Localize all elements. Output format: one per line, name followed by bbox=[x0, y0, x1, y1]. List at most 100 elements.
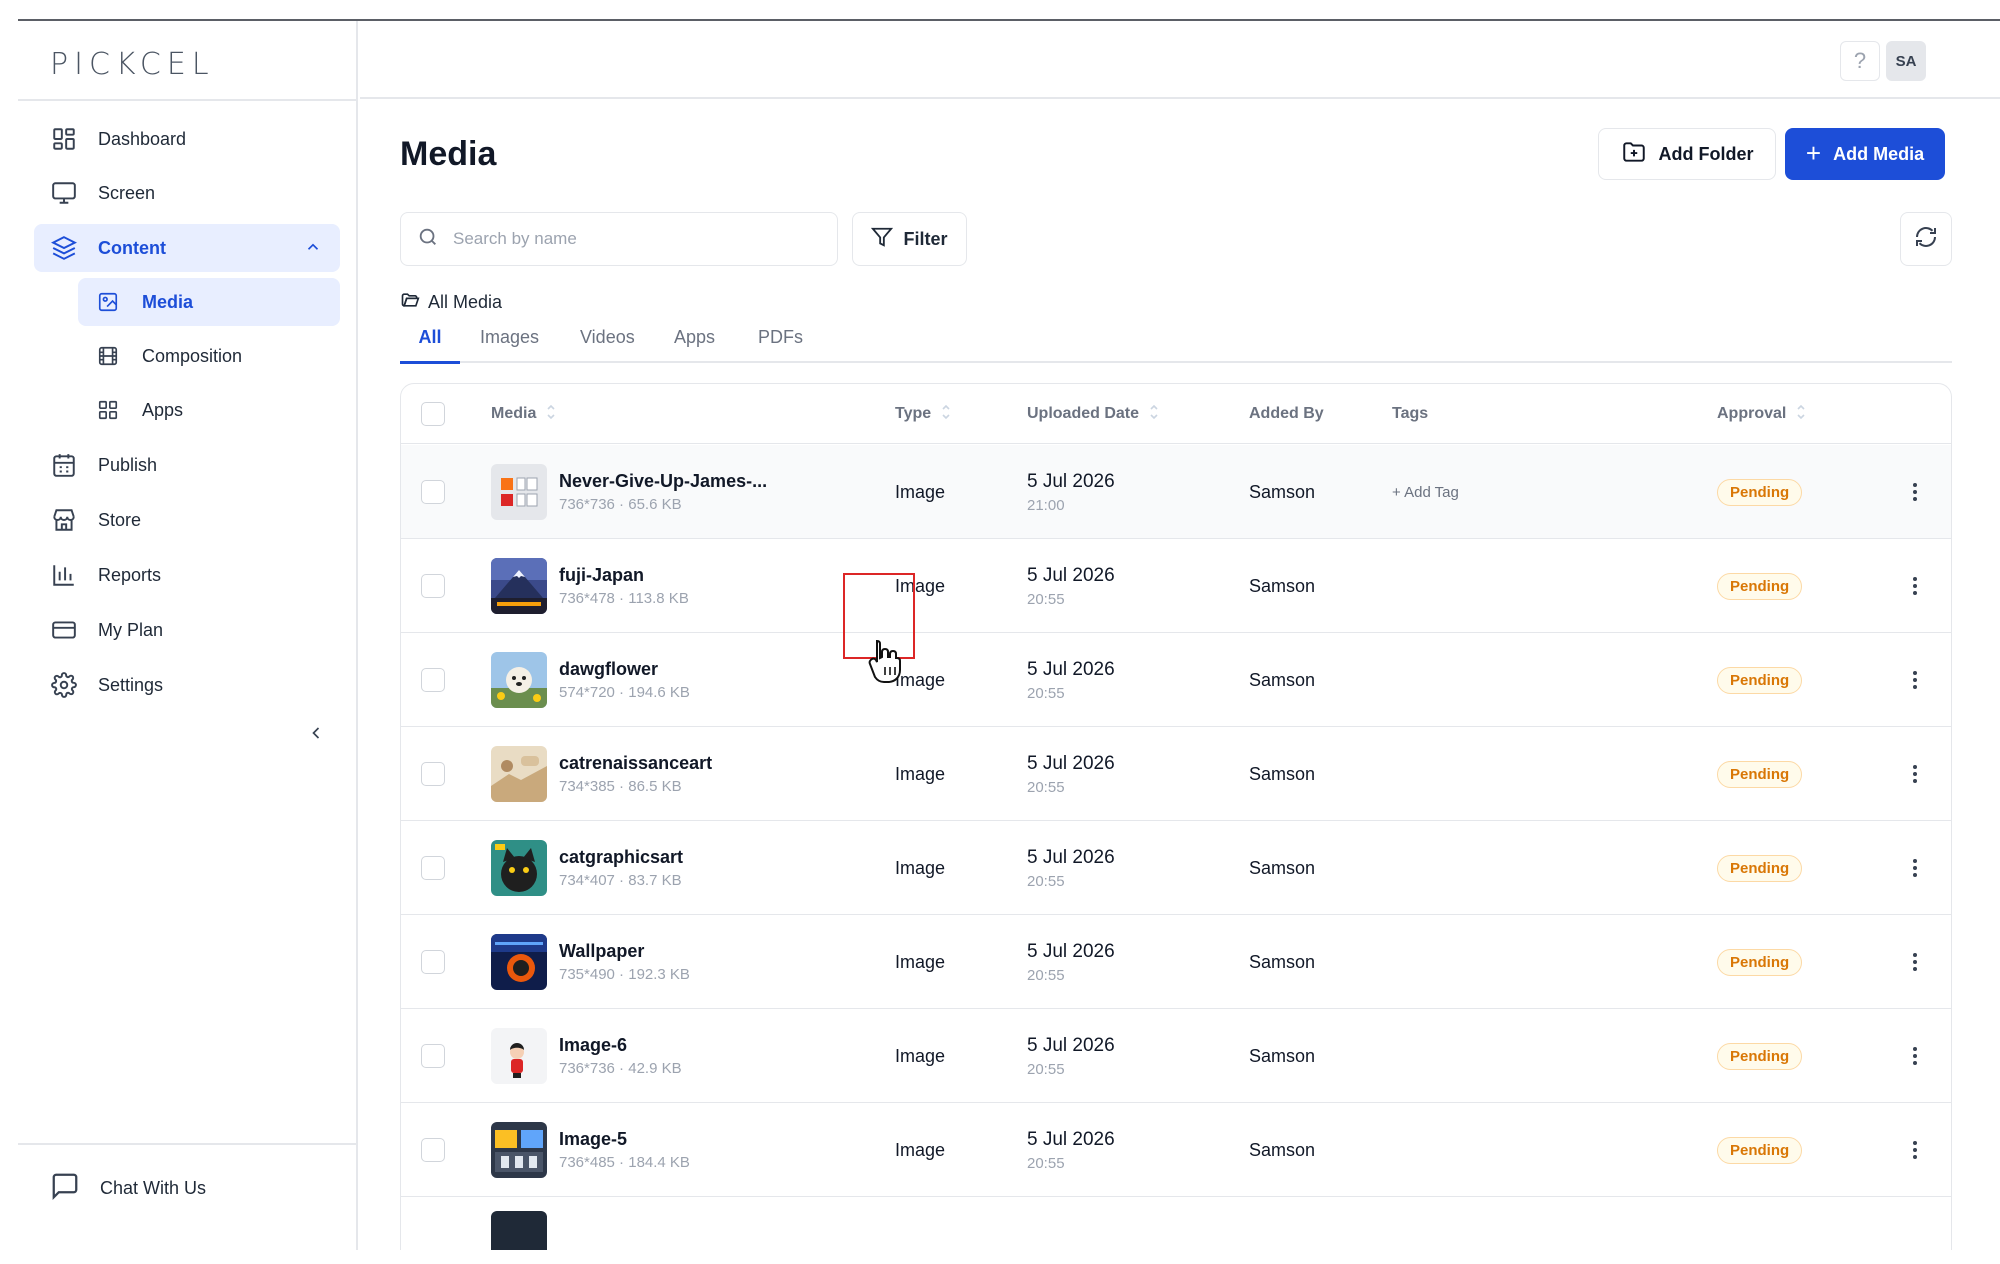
media-thumbnail[interactable] bbox=[491, 840, 547, 896]
tab-videos[interactable]: Videos bbox=[580, 321, 635, 363]
column-header-approval[interactable]: Approval bbox=[1717, 384, 1806, 444]
sidebar-item-dashboard[interactable]: Dashboard bbox=[34, 115, 340, 163]
table-row[interactable] bbox=[401, 1197, 1951, 1250]
media-icon bbox=[94, 288, 122, 316]
media-name[interactable]: Wallpaper bbox=[559, 941, 690, 962]
media-name[interactable]: catgraphicsart bbox=[559, 847, 683, 868]
page-title: Media bbox=[400, 135, 497, 173]
chevron-up-icon[interactable] bbox=[304, 238, 322, 261]
tab-apps[interactable]: Apps bbox=[674, 321, 715, 363]
more-vertical-icon[interactable] bbox=[1903, 1138, 1927, 1162]
sidebar-item-reports[interactable]: Reports bbox=[34, 551, 340, 599]
column-header-uploaded-date[interactable]: Uploaded Date bbox=[1027, 384, 1159, 444]
media-thumbnail[interactable] bbox=[491, 464, 547, 520]
sidebar-item-composition[interactable]: Composition bbox=[78, 332, 340, 380]
media-thumbnail[interactable] bbox=[491, 746, 547, 802]
added-by-cell: Samson bbox=[1249, 575, 1316, 596]
media-meta: 736*485 · 184.4 KB bbox=[559, 1154, 690, 1171]
layers-icon bbox=[50, 234, 78, 262]
media-thumbnail[interactable] bbox=[491, 558, 547, 614]
tab-all[interactable]: All bbox=[400, 321, 460, 364]
add-media-button[interactable]: + Add Media bbox=[1785, 128, 1945, 180]
date-cell: 5 Jul 2026 20:55 bbox=[1027, 633, 1115, 727]
sidebar-item-settings[interactable]: Settings bbox=[34, 661, 340, 709]
media-cell: Never-Give-Up-James-... 736*736 · 65.6 K… bbox=[491, 445, 767, 539]
table-row[interactable]: fuji-Japan 736*478 · 113.8 KB Image 5 Ju… bbox=[401, 539, 1951, 633]
more-vertical-icon[interactable] bbox=[1903, 762, 1927, 786]
approval-cell: Pending bbox=[1717, 445, 1803, 539]
table-row[interactable]: Image-6 736*736 · 42.9 KB Image 5 Jul 20… bbox=[401, 1009, 1951, 1103]
media-thumbnail[interactable] bbox=[491, 1028, 547, 1084]
sidebar-item-label: Screen bbox=[98, 182, 156, 203]
table-row[interactable]: Image-5 736*485 · 184.4 KB Image 5 Jul 2… bbox=[401, 1103, 1951, 1197]
select-all-checkbox[interactable] bbox=[421, 402, 445, 426]
add-folder-button[interactable]: Add Folder bbox=[1598, 128, 1776, 180]
table-row[interactable]: catrenaissanceart 734*385 · 86.5 KB Imag… bbox=[401, 727, 1951, 821]
media-name[interactable]: Image-5 bbox=[559, 1129, 690, 1150]
avatar[interactable]: SA bbox=[1886, 41, 1926, 81]
sidebar-item-apps[interactable]: Apps bbox=[78, 386, 340, 434]
row-checkbox[interactable] bbox=[421, 1044, 445, 1068]
sidebar-item-content[interactable]: Content bbox=[34, 224, 340, 272]
hand-cursor-icon bbox=[867, 637, 907, 690]
media-thumbnail[interactable] bbox=[491, 934, 547, 990]
media-name[interactable]: Image-6 bbox=[559, 1035, 682, 1056]
sidebar-item-publish[interactable]: Publish bbox=[34, 441, 340, 489]
sidebar-item-screen[interactable]: Screen bbox=[34, 169, 340, 217]
row-checkbox[interactable] bbox=[421, 480, 445, 504]
help-button[interactable]: ? bbox=[1840, 41, 1880, 81]
more-vertical-icon[interactable] bbox=[1903, 574, 1927, 598]
table-row[interactable]: Never-Give-Up-James-... 736*736 · 65.6 K… bbox=[401, 445, 1951, 539]
more-vertical-icon[interactable] bbox=[1903, 480, 1927, 504]
table-row[interactable]: Wallpaper 735*490 · 192.3 KB Image 5 Jul… bbox=[401, 915, 1951, 1009]
table-row[interactable]: dawgflower 574*720 · 194.6 KB Image 5 Ju… bbox=[401, 633, 1951, 727]
status-badge: Pending bbox=[1717, 666, 1803, 694]
row-checkbox[interactable] bbox=[421, 856, 445, 880]
sidebar-item-media[interactable]: Media bbox=[78, 278, 340, 326]
media-name[interactable]: Never-Give-Up-James-... bbox=[559, 471, 767, 492]
refresh-button[interactable] bbox=[1900, 212, 1952, 266]
more-vertical-icon[interactable] bbox=[1903, 950, 1927, 974]
row-checkbox[interactable] bbox=[421, 668, 445, 692]
media-thumbnail[interactable] bbox=[491, 652, 547, 708]
column-header-type[interactable]: Type bbox=[895, 384, 951, 444]
row-actions bbox=[1903, 445, 1927, 539]
logo[interactable]: PICKCEL bbox=[50, 43, 215, 85]
filter-icon bbox=[871, 226, 894, 253]
sidebar-item-my-plan[interactable]: My Plan bbox=[34, 606, 340, 654]
type-cell: Image bbox=[895, 763, 946, 784]
row-actions bbox=[1903, 821, 1927, 915]
row-checkbox[interactable] bbox=[421, 762, 445, 786]
column-header-media[interactable]: Media bbox=[491, 384, 556, 444]
sidebar-item-store[interactable]: Store bbox=[34, 496, 340, 544]
filter-button[interactable]: Filter bbox=[852, 212, 967, 266]
type-cell: Image bbox=[895, 1045, 946, 1066]
tab-images[interactable]: Images bbox=[480, 321, 539, 363]
more-vertical-icon[interactable] bbox=[1903, 1044, 1927, 1068]
media-name[interactable]: dawgflower bbox=[559, 659, 690, 680]
media-thumbnail[interactable] bbox=[491, 1211, 547, 1250]
breadcrumb[interactable]: All Media bbox=[400, 290, 502, 315]
media-cell: dawgflower 574*720 · 194.6 KB bbox=[491, 633, 690, 727]
media-cell: catgraphicsart 734*407 · 83.7 KB bbox=[491, 821, 683, 915]
status-badge: Pending bbox=[1717, 478, 1803, 506]
more-vertical-icon[interactable] bbox=[1903, 668, 1927, 692]
add-tag-button[interactable]: + Add Tag bbox=[1392, 445, 1459, 539]
more-vertical-icon[interactable] bbox=[1903, 856, 1927, 880]
media-name[interactable]: catrenaissanceart bbox=[559, 753, 712, 774]
table-row[interactable]: catgraphicsart 734*407 · 83.7 KB Image 5… bbox=[401, 821, 1951, 915]
tab-pdfs[interactable]: PDFs bbox=[758, 321, 803, 363]
gear-icon bbox=[50, 671, 78, 699]
media-meta: 736*736 · 65.6 KB bbox=[559, 496, 682, 513]
media-table: Media Type Uploaded Date Added By Tags A… bbox=[400, 383, 1952, 1250]
row-checkbox[interactable] bbox=[421, 950, 445, 974]
row-checkbox[interactable] bbox=[421, 1138, 445, 1162]
media-name[interactable]: fuji-Japan bbox=[559, 565, 689, 586]
search-input[interactable] bbox=[453, 229, 813, 249]
media-thumbnail[interactable] bbox=[491, 1122, 547, 1178]
breadcrumb-label: All Media bbox=[428, 292, 503, 312]
row-checkbox[interactable] bbox=[421, 574, 445, 598]
collapse-sidebar-button[interactable] bbox=[304, 721, 328, 745]
chat-with-us-button[interactable]: Chat With Us bbox=[50, 1171, 206, 1206]
date-cell: 5 Jul 2026 20:55 bbox=[1027, 727, 1115, 821]
